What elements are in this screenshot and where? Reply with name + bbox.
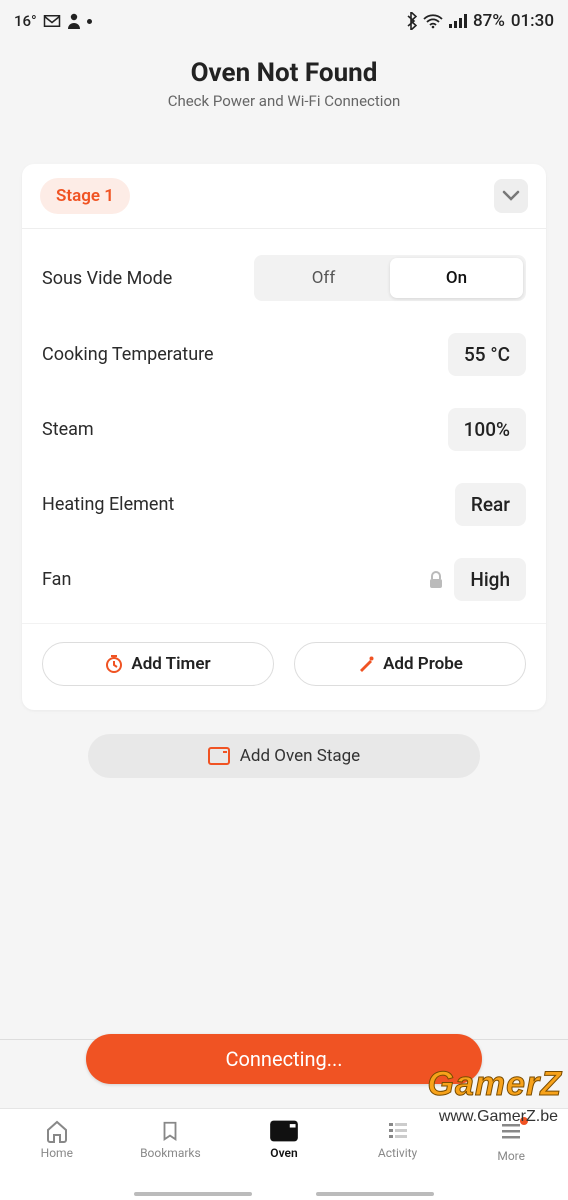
steam-row: Steam 100% <box>22 394 546 469</box>
heating-value[interactable]: Rear <box>455 483 526 526</box>
nav-bookmarks[interactable]: Bookmarks <box>125 1119 215 1160</box>
steam-value[interactable]: 100% <box>448 408 526 451</box>
nav-oven[interactable]: Oven <box>239 1119 329 1160</box>
wifi-icon <box>423 14 443 29</box>
fan-value[interactable]: High <box>454 558 526 601</box>
nav-oven-label: Oven <box>270 1146 297 1160</box>
gesture-bar <box>134 1192 434 1196</box>
nav-more-badge <box>498 1119 524 1146</box>
oven-nav-icon <box>269 1119 299 1143</box>
nav-more-label: More <box>497 1149 525 1163</box>
status-temp: 16° <box>14 12 37 30</box>
activity-icon <box>386 1119 410 1143</box>
page-header: Oven Not Found Check Power and Wi-Fi Con… <box>0 42 568 120</box>
sous-vide-toggle[interactable]: Off On <box>254 255 526 301</box>
sous-vide-on[interactable]: On <box>390 258 523 298</box>
bottom-nav: Home Bookmarks Oven Activity More <box>0 1108 568 1200</box>
cooking-temp-label: Cooking Temperature <box>42 344 214 365</box>
status-right: 87% 01:30 <box>405 11 554 31</box>
chevron-down-icon <box>502 190 520 202</box>
add-oven-stage-button[interactable]: Add Oven Stage <box>88 734 480 778</box>
status-time: 01:30 <box>511 11 554 31</box>
add-probe-button[interactable]: Add Probe <box>294 642 526 686</box>
cooking-temp-row: Cooking Temperature 55 °C <box>22 319 546 394</box>
nav-home[interactable]: Home <box>12 1119 102 1160</box>
steam-label: Steam <box>42 419 94 440</box>
nav-more[interactable]: More <box>466 1119 556 1163</box>
gmail-icon <box>43 14 61 28</box>
fan-row: Fan High <box>22 544 546 623</box>
nav-bookmarks-label: Bookmarks <box>140 1146 201 1160</box>
nav-home-label: Home <box>41 1146 73 1160</box>
menu-icon <box>498 1119 524 1143</box>
collapse-button[interactable] <box>494 179 528 213</box>
status-battery: 87% <box>473 11 505 31</box>
oven-icon <box>208 747 230 765</box>
signal-icon <box>449 14 467 28</box>
cooking-temp-value[interactable]: 55 °C <box>448 333 526 376</box>
page-subtitle: Check Power and Wi-Fi Connection <box>0 92 568 110</box>
fan-label: Fan <box>42 569 71 590</box>
nav-activity[interactable]: Activity <box>353 1119 443 1160</box>
connecting-button[interactable]: Connecting... <box>86 1034 482 1084</box>
person-icon <box>67 13 81 29</box>
home-icon <box>44 1119 70 1143</box>
stage-card: Stage 1 Sous Vide Mode Off On Cooking Te… <box>22 164 546 710</box>
stage-header: Stage 1 <box>22 164 546 229</box>
status-left: 16° <box>14 12 92 30</box>
page-title: Oven Not Found <box>0 58 568 88</box>
add-probe-label: Add Probe <box>383 654 463 674</box>
add-timer-button[interactable]: Add Timer <box>42 642 274 686</box>
card-footer: Add Timer Add Probe <box>22 623 546 710</box>
bookmark-icon <box>159 1119 181 1143</box>
add-timer-label: Add Timer <box>131 654 210 674</box>
connecting-label: Connecting... <box>225 1047 342 1071</box>
add-oven-stage-label: Add Oven Stage <box>240 746 360 766</box>
stage-badge[interactable]: Stage 1 <box>40 178 130 214</box>
lock-icon <box>428 571 444 589</box>
bluetooth-icon <box>405 12 417 30</box>
nav-activity-label: Activity <box>378 1146 417 1160</box>
sous-vide-row: Sous Vide Mode Off On <box>22 229 546 319</box>
timer-icon <box>105 655 123 673</box>
heating-row: Heating Element Rear <box>22 469 546 544</box>
sous-vide-label: Sous Vide Mode <box>42 268 172 289</box>
sous-vide-off[interactable]: Off <box>257 258 390 298</box>
probe-icon <box>357 655 375 673</box>
status-bar: 16° 87% 01:30 <box>0 0 568 42</box>
heating-label: Heating Element <box>42 494 174 515</box>
notification-dot-icon <box>87 19 92 24</box>
